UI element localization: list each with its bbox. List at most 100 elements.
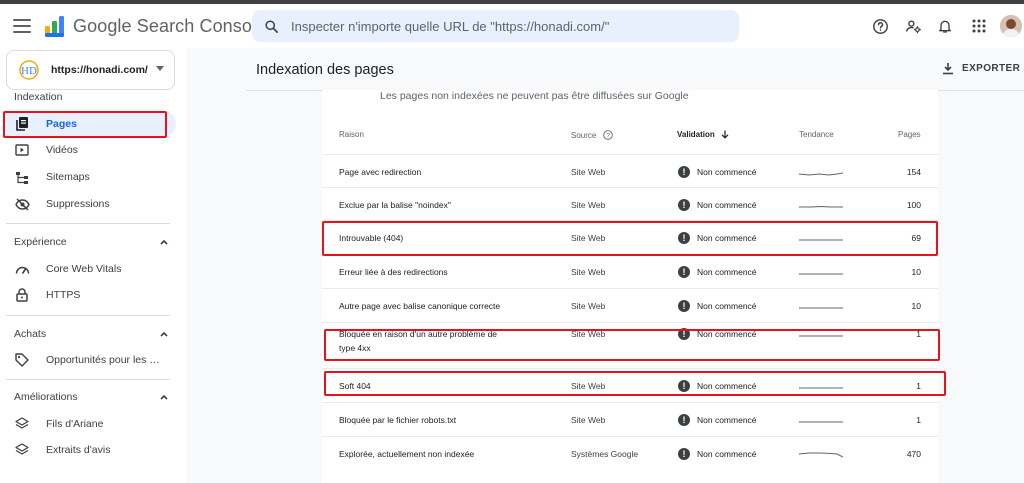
user-settings-icon[interactable] [904, 17, 922, 35]
apps-grid-icon[interactable] [970, 17, 988, 35]
search-icon [265, 19, 278, 33]
arrow-down-sort-icon[interactable] [721, 130, 729, 139]
sidebar-item-label: Fils d'Ariane [46, 418, 104, 430]
row-pages-count: 100 [906, 199, 921, 210]
app-logo[interactable]: Google Search Console [44, 12, 266, 40]
search-input[interactable] [291, 18, 711, 34]
notifications-bell-icon[interactable] [936, 17, 954, 35]
row-validation-status: ! Non commencé [678, 448, 757, 460]
download-icon [943, 63, 953, 75]
row-validation-label: Non commencé [697, 199, 757, 210]
exclamation-icon: ! [678, 266, 690, 278]
sidebar-item-https[interactable]: HTTPS [6, 282, 176, 308]
row-reason: Explorée, actuellement non indexée [339, 449, 475, 459]
row-validation-status: ! Non commencé [678, 198, 757, 211]
trend-sparkline [799, 273, 843, 275]
sidebar-item-suppressions[interactable]: Suppressions [6, 191, 176, 217]
column-header-reason[interactable]: Raison [339, 130, 364, 139]
sidebar-item-videos[interactable]: Vidéos [6, 137, 176, 163]
sidebar-item-sitemaps[interactable]: Sitemaps [6, 164, 176, 190]
row-reason: Erreur liée à des redirections [339, 267, 448, 277]
trend-sparkline [799, 307, 843, 309]
trend-sparkline [799, 172, 843, 176]
table-row[interactable]: Autre page avec balise canonique correct… [322, 288, 938, 322]
top-app-bar: Google Search Console [0, 4, 1024, 48]
row-source: Systèmes Google [571, 449, 639, 459]
row-reason: Page avec redirection [339, 166, 422, 177]
column-header-trend[interactable]: Tendance [799, 130, 834, 139]
sidebar-item-breadcrumbs[interactable]: Fils d'Ariane [6, 411, 176, 437]
property-selector[interactable]: HD https://honadi.com/ [6, 50, 175, 90]
section-title-experience: Expérience [14, 236, 67, 248]
honadi-logo-icon: HD [17, 58, 41, 82]
url-inspection-search[interactable] [252, 10, 739, 42]
highlight-box [324, 371, 946, 396]
sitemap-icon [14, 169, 30, 185]
chevron-up-icon[interactable] [160, 330, 168, 338]
row-validation-status: ! Non commencé [678, 266, 757, 278]
row-validation-label: Non commencé [697, 449, 757, 459]
column-header-validation[interactable]: Validation [677, 130, 729, 139]
section-title-ameliorations: Améliorations [14, 391, 78, 403]
highlight-box [322, 221, 938, 256]
sidebar-item-core-web-vitals[interactable]: Core Web Vitals [6, 256, 176, 282]
sidebar-item-label: Opportunités pour les m... [46, 354, 166, 366]
main-content: Indexation des pages EXPORTER Les pages … [186, 48, 1024, 483]
sidebar-divider [6, 315, 170, 316]
chevron-up-icon[interactable] [160, 238, 168, 246]
sidebar-item-shopping-opportunities[interactable]: Opportunités pour les m... [6, 347, 176, 373]
row-pages-count: 10 [911, 301, 921, 311]
sidebar-item-label: Suppressions [46, 198, 110, 210]
property-url: https://honadi.com/ [51, 64, 148, 76]
table-row[interactable]: Exclue par la balise "noindex" Site Web ! N… [322, 187, 938, 220]
video-icon [14, 142, 30, 158]
row-validation-status: ! Non commencé [678, 165, 757, 178]
sidebar-item-review-snippets[interactable]: Extraits d'avis [6, 437, 176, 463]
table-row[interactable]: Bloquée par le fichier robots.txt Site We… [322, 402, 938, 436]
column-header-pages[interactable]: Pages [898, 130, 921, 139]
column-header-validation-label: Validation [677, 130, 715, 139]
export-label: EXPORTER [962, 63, 1021, 74]
row-pages-count: 10 [911, 267, 921, 277]
trend-sparkline [799, 421, 843, 423]
info-help-icon[interactable]: ? [603, 130, 614, 140]
gauge-icon [14, 261, 30, 277]
search-console-logo-icon [45, 16, 64, 37]
caret-down-icon [156, 66, 164, 71]
sidebar-divider [6, 223, 170, 224]
column-header-source[interactable]: Source ? [571, 130, 614, 140]
row-source: Site Web [571, 199, 606, 210]
app-name: Google Search Console [73, 15, 267, 36]
sidebar-item-label: HTTPS [46, 289, 81, 301]
row-pages-count: 470 [906, 449, 921, 459]
account-avatar[interactable] [1000, 15, 1022, 37]
sidebar: HD https://honadi.com/ Indexation Pages … [0, 48, 186, 483]
column-header-source-label: Source [571, 130, 597, 140]
sidebar-item-label: Core Web Vitals [46, 263, 122, 275]
row-validation-label: Non commencé [697, 415, 757, 425]
table-row[interactable]: Erreur liée à des redirections Site Web! N… [322, 254, 938, 288]
highlight-box [324, 329, 940, 361]
row-pages-count: 1 [916, 415, 921, 425]
svg-text:?: ? [607, 132, 611, 139]
help-icon[interactable] [871, 17, 889, 35]
chevron-up-icon[interactable] [160, 393, 168, 401]
table-row[interactable]: Page avec redirection Site Web ! Non commen… [322, 154, 938, 187]
row-reason: Bloquée par le fichier robots.txt [339, 415, 457, 425]
row-source: Site Web [571, 166, 606, 177]
sidebar-item-label: Extraits d'avis [46, 444, 111, 456]
row-validation-label: Non commencé [697, 301, 757, 311]
table-row[interactable]: Explorée, actuellement non indexée Systèm… [322, 436, 938, 470]
exclamation-icon: ! [678, 414, 690, 426]
row-validation-label: Non commencé [697, 267, 757, 277]
row-reason: Exclue par la balise "noindex" [339, 199, 451, 210]
layers-icon [14, 416, 30, 432]
lock-icon [14, 287, 30, 303]
row-reason: Autre page avec balise canonique correct… [339, 301, 501, 311]
export-button[interactable]: EXPORTER [942, 62, 1020, 75]
tag-icon [14, 352, 30, 368]
row-validation-status: ! Non commencé [678, 300, 757, 312]
row-validation-label: Non commencé [697, 166, 757, 177]
menu-icon[interactable] [12, 16, 32, 36]
sidebar-divider [6, 379, 170, 380]
